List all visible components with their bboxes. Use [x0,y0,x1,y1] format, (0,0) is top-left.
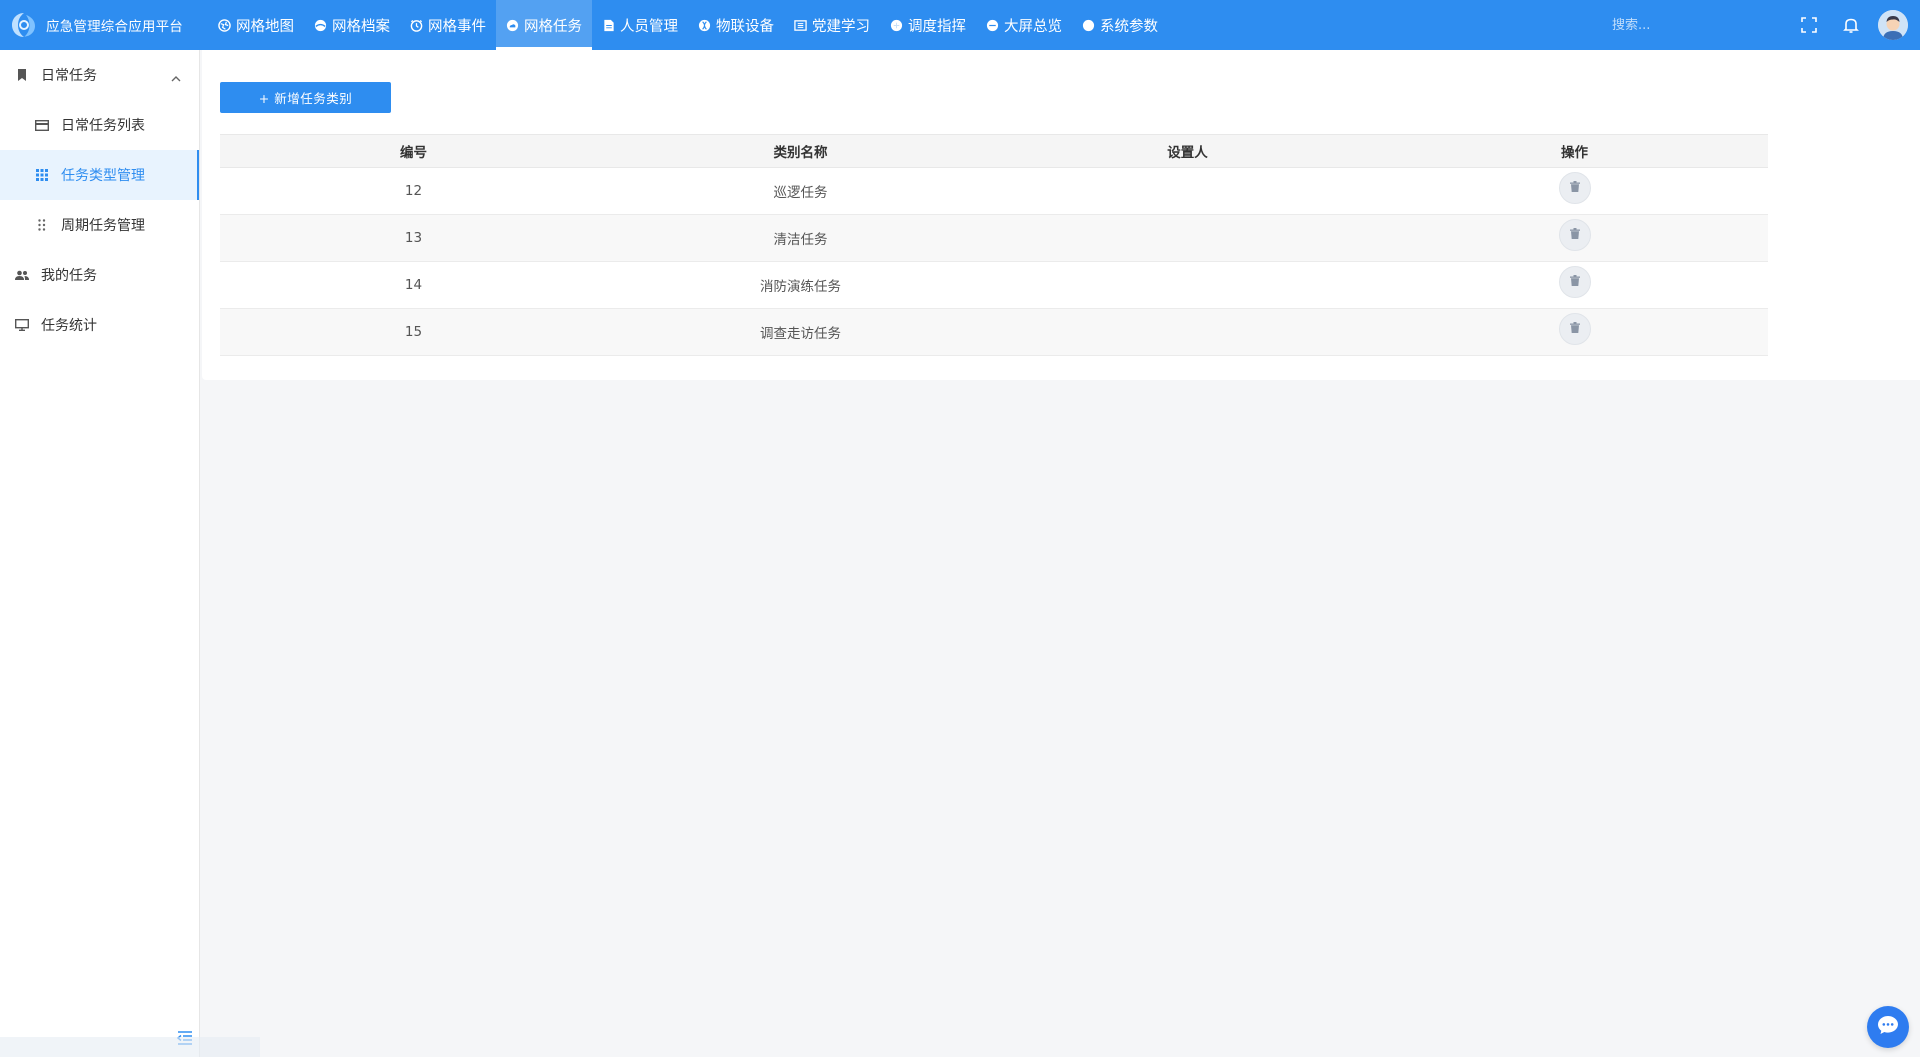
delete-button[interactable] [1558,219,1591,251]
globe-icon [218,18,231,32]
sidebar-item-daily-task-list[interactable]: 日常任务列表 [0,100,199,150]
nav-item-label: 物联设备 [716,18,774,35]
trash-icon [1569,321,1580,337]
nav-item-label: 调度指挥 [908,18,966,35]
nav-item-label: 网格地图 [236,18,294,35]
nav-item-label: 网格事件 [428,18,486,35]
cell-actions [1381,167,1768,215]
settings-icon [1082,19,1095,32]
cell-category-name: 清洁任务 [607,214,994,262]
trash-icon [1569,227,1580,243]
column-header-id: 编号 [220,134,607,168]
dots-icon [35,218,49,232]
sidebar-item-label: 日常任务 [41,68,97,84]
column-header-category-name: 类别名称 [607,134,994,168]
sidebar-item-label: 任务统计 [41,318,97,334]
device-icon [698,19,711,32]
chat-bubble-icon [1877,1015,1899,1039]
table-row: 13 清洁任务 [220,214,1768,262]
avatar[interactable] [1878,10,1908,40]
sidebar-item-periodic-task-management[interactable]: 周期任务管理 [0,200,199,250]
cell-category-name: 调查走访任务 [607,308,994,356]
cloud-icon [506,19,519,32]
task-category-table: 编号 类别名称 设置人 操作 12 巡逻任务 13 清洁任务 14 消防演练任务… [220,134,1768,356]
sidebar-item-label: 我的任务 [41,268,97,284]
cell-setter [994,214,1381,262]
event-icon [410,19,423,32]
cell-setter [994,261,1381,309]
nav-item-party-learning[interactable]: 党建学习 [784,0,880,50]
nav-item-grid-archive[interactable]: 网格档案 [304,0,400,50]
nav-item-dispatch[interactable]: 调度指挥 [880,0,976,50]
brand[interactable]: 应急管理综合应用平台 [0,0,200,50]
nav-item-system-params[interactable]: 系统参数 [1072,0,1168,50]
table-header-row: 编号 类别名称 设置人 操作 [220,134,1768,168]
dispatch-icon [890,19,903,32]
nav-item-grid-event[interactable]: 网格事件 [400,0,496,50]
cell-actions [1381,214,1768,262]
cell-actions [1381,261,1768,309]
sidebar-item-my-tasks[interactable]: 我的任务 [0,250,199,300]
main-content: + 新增任务类别 编号 类别名称 设置人 操作 12 巡逻任务 13 清洁任务 … [202,50,1920,380]
sidebar-item-label: 日常任务列表 [61,118,145,134]
nav-item-label: 党建学习 [812,18,870,35]
cell-id: 13 [220,214,607,262]
book-icon [794,19,807,32]
cell-id: 15 [220,308,607,356]
monitor-icon [15,318,29,332]
delete-button[interactable] [1558,172,1591,204]
nav-item-label: 系统参数 [1100,18,1158,35]
nav-item-label: 网格任务 [524,18,582,35]
cell-id: 14 [220,261,607,309]
main-nav: 网格地图 网格档案 网格事件 网格任务 人员管理 物联设备 党建学习 调度指挥 … [208,0,1168,50]
cell-actions [1381,308,1768,356]
cell-category-name: 消防演练任务 [607,261,994,309]
trash-icon [1569,180,1580,196]
cell-setter [994,308,1381,356]
nav-item-big-screen[interactable]: 大屏总览 [976,0,1072,50]
sidebar-item-label: 任务类型管理 [61,168,145,184]
cell-setter [994,167,1381,215]
delete-button[interactable] [1558,266,1591,298]
table-row: 15 调查走访任务 [220,308,1768,356]
table-row: 14 消防演练任务 [220,261,1768,309]
sidebar: 日常任务 日常任务列表 任务类型管理 周期任务管理 我的任务 任务统计 [0,50,260,1057]
column-header-actions: 操作 [1381,134,1768,168]
grid-icon [35,168,49,182]
nav-item-label: 人员管理 [620,18,678,35]
nav-item-grid-task[interactable]: 网格任务 [496,0,592,50]
sidebar-item-daily-tasks[interactable]: 日常任务 [0,50,199,100]
cell-category-name: 巡逻任务 [607,167,994,215]
cell-id: 12 [220,167,607,215]
screen-icon [986,19,999,32]
users-icon [15,268,29,282]
delete-button[interactable] [1558,313,1591,345]
nav-item-label: 网格档案 [332,18,390,35]
archive-icon [314,19,327,32]
top-navbar: 应急管理综合应用平台 网格地图 网格档案 网格事件 网格任务 人员管理 物联设备… [0,0,1920,50]
app-logo-icon [8,9,40,41]
chat-button[interactable] [1867,1006,1909,1048]
bell-icon[interactable] [1830,0,1872,50]
search-input[interactable] [1610,11,1760,39]
sidebar-item-task-type-management[interactable]: 任务类型管理 [0,150,199,200]
top-right-tools [1610,0,1920,50]
column-header-setter: 设置人 [994,134,1381,168]
fullscreen-icon[interactable] [1788,0,1830,50]
sidebar-item-label: 周期任务管理 [61,218,145,234]
status-strip [0,1037,260,1057]
document-icon [602,19,615,32]
sidebar-item-task-statistics[interactable]: 任务统计 [0,300,199,350]
table-row: 12 巡逻任务 [220,167,1768,215]
bookmark-icon [15,68,29,82]
nav-item-personnel[interactable]: 人员管理 [592,0,688,50]
app-title: 应急管理综合应用平台 [46,19,183,35]
card-icon [35,118,49,132]
chevron-up-icon [171,71,181,87]
add-task-category-button[interactable]: + 新增任务类别 [220,82,391,113]
nav-item-grid-map[interactable]: 网格地图 [208,0,304,50]
nav-item-iot-devices[interactable]: 物联设备 [688,0,784,50]
trash-icon [1569,274,1580,290]
nav-item-label: 大屏总览 [1004,18,1062,35]
